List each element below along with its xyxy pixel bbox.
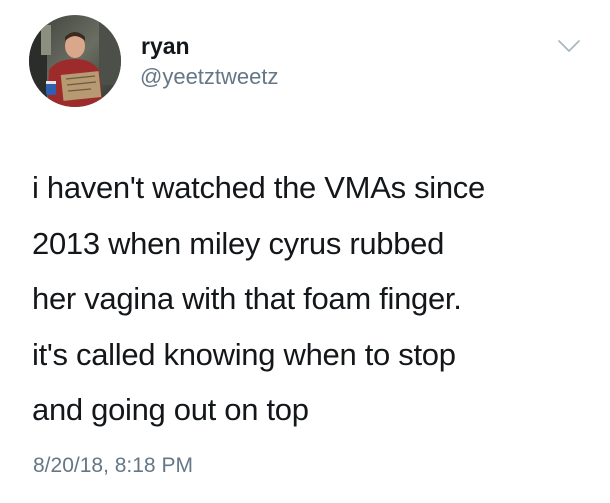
user-handle[interactable]: @yeetztweetz: [140, 64, 279, 90]
tweet-text-line: it's called knowing when to stop: [32, 336, 456, 372]
tweet-text-line: i haven't watched the VMAs since: [32, 170, 485, 205]
display-name[interactable]: ryan: [141, 33, 190, 59]
tweet-text: i haven't watched the VMAs since 2013 wh…: [32, 160, 602, 438]
tweet-text-line: her vagina with that foam finger.: [32, 281, 462, 316]
chevron-down-icon[interactable]: [557, 38, 581, 54]
avatar[interactable]: [29, 15, 121, 107]
tweet-timestamp[interactable]: 8/20/18, 8:18 PM: [33, 453, 193, 479]
tweet-text-line: and going out on top: [32, 392, 309, 427]
tweet-text-line: 2013 when miley cyrus rubbed: [32, 225, 445, 261]
avatar-photo: [29, 15, 121, 107]
tweet-card: ryan @yeetztweetz i haven't watched the …: [0, 0, 610, 503]
